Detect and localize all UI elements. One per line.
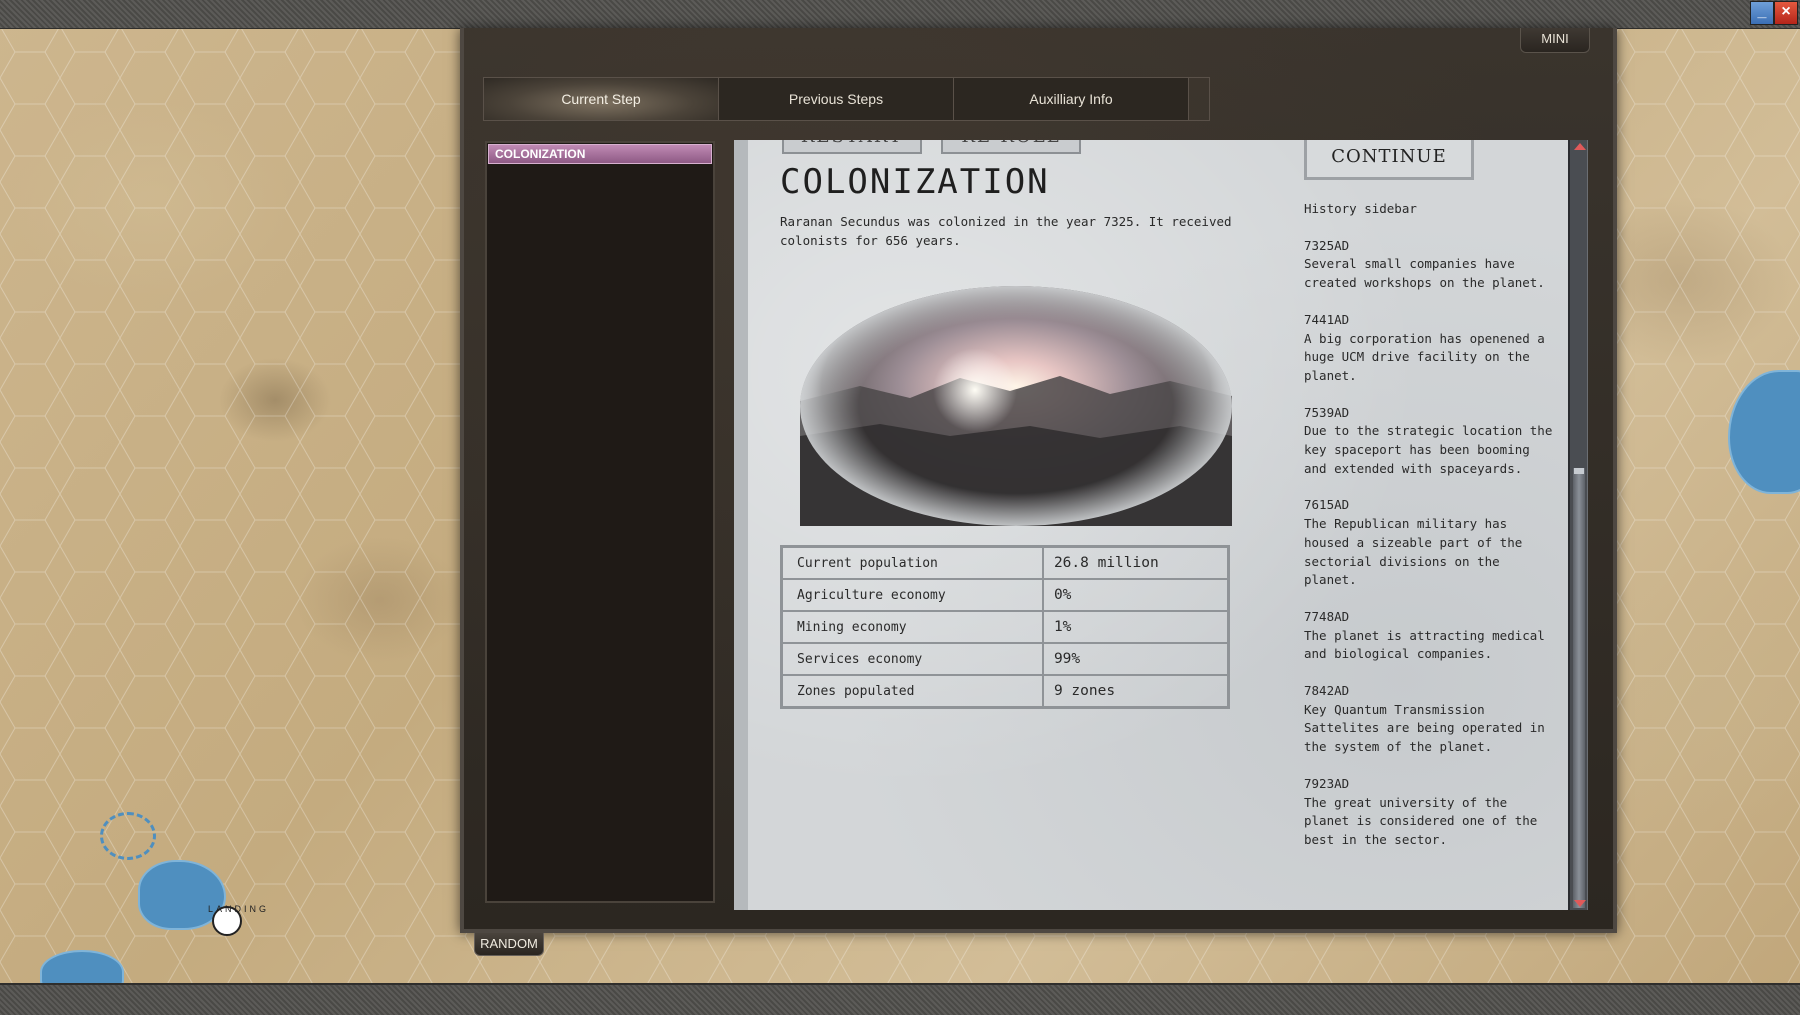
- random-button[interactable]: RANDOM: [474, 933, 544, 956]
- tab-bar-end: [1189, 77, 1210, 121]
- history-text: The Republican military has housed a siz…: [1304, 516, 1523, 588]
- minimize-icon[interactable]: _: [1750, 1, 1774, 25]
- history-entry: 7325AD Several small companies have creat…: [1304, 237, 1559, 293]
- history-entry: 7615AD The Republican military has housed…: [1304, 496, 1559, 590]
- tab-previous-steps[interactable]: Previous Steps: [719, 77, 954, 121]
- table-row: Services economy 99%: [780, 642, 1230, 676]
- scroll-up-icon[interactable]: [1574, 143, 1586, 150]
- stat-label: Current population: [780, 545, 1044, 580]
- tab-bar: Current Step Previous Steps Auxilliary I…: [483, 77, 1210, 121]
- stat-label: Services economy: [780, 642, 1044, 676]
- stat-value: 0%: [1041, 578, 1230, 612]
- history-year: 7748AD: [1304, 608, 1350, 624]
- title-bar: [0, 0, 1800, 29]
- history-year: 7325AD: [1304, 237, 1350, 253]
- bottom-bar: [0, 983, 1800, 1015]
- stat-value: 1%: [1041, 610, 1230, 644]
- history-text: The great university of the planet is co…: [1304, 794, 1538, 847]
- history-entry: 7748AD The planet is attracting medical a…: [1304, 608, 1559, 664]
- step-item-colonization[interactable]: COLONIZATION: [488, 144, 712, 164]
- stat-value: 99%: [1041, 642, 1230, 676]
- history-text: Several small companies have created wor…: [1304, 256, 1545, 291]
- mini-button[interactable]: MINI: [1520, 28, 1590, 53]
- stat-value: 9 zones: [1041, 674, 1230, 709]
- stat-label: Zones populated: [780, 674, 1044, 709]
- tab-auxilliary-info[interactable]: Auxilliary Info: [954, 77, 1189, 121]
- table-row: Mining economy 1%: [780, 610, 1230, 644]
- table-row: Zones populated 9 zones: [780, 674, 1230, 709]
- lake: [100, 812, 156, 860]
- history-entry: 7441AD A big corporation has openened a h…: [1304, 311, 1559, 386]
- stat-label: Mining economy: [780, 610, 1044, 644]
- history-year: 7842AD: [1304, 683, 1350, 699]
- history-entry: 7923AD The great university of the planet…: [1304, 775, 1559, 850]
- history-text: Key Quantum Transmission Sattelites are …: [1304, 701, 1545, 755]
- history-year: 7441AD: [1304, 311, 1350, 327]
- history-entry: 7539AD Due to the strategic location the …: [1304, 404, 1559, 479]
- table-row: Current population 26.8 million: [780, 545, 1230, 580]
- history-sidebar: History sidebar 7325AD Several small comp…: [1304, 200, 1559, 850]
- continue-button[interactable]: CONTINUE: [1304, 140, 1474, 180]
- planet-sunrise-image: [800, 286, 1232, 526]
- page-title: COLONIZATION: [780, 162, 1050, 202]
- history-text: The planet is attracting medical and bio…: [1304, 627, 1545, 662]
- stat-label: Agriculture economy: [780, 578, 1044, 612]
- sidebar-title: History sidebar: [1304, 201, 1417, 216]
- step-list[interactable]: COLONIZATION: [485, 141, 715, 903]
- intro-text: Raranan Secundus was colonized in the ye…: [780, 214, 1232, 248]
- history-text: A big corporation has openened a huge UC…: [1304, 330, 1545, 383]
- scroll-grip: [1574, 468, 1584, 474]
- close-icon[interactable]: ×: [1774, 1, 1798, 25]
- stat-value: 26.8 million: [1041, 545, 1230, 580]
- tab-current-step[interactable]: Current Step: [483, 77, 719, 121]
- scroll-down-icon[interactable]: [1574, 900, 1586, 907]
- history-year: 7539AD: [1304, 404, 1350, 420]
- landing-label: LANDING: [208, 904, 270, 914]
- history-entry: 7842AD Key Quantum Transmission Sattelite…: [1304, 682, 1559, 757]
- history-text: Due to the strategic location the key sp…: [1304, 423, 1553, 476]
- stats-table: Current population 26.8 million Agricultu…: [780, 545, 1230, 709]
- table-row: Agriculture economy 0%: [780, 578, 1230, 612]
- history-year: 7923AD: [1304, 775, 1350, 791]
- scrollbar[interactable]: [1568, 140, 1588, 910]
- scroll-thumb[interactable]: [1573, 468, 1585, 908]
- restart-button[interactable]: RESTART: [782, 140, 922, 154]
- history-year: 7615AD: [1304, 497, 1350, 513]
- document-page[interactable]: RESTART RE-ROLL CONTINUE COLONIZATION Ra…: [734, 140, 1568, 910]
- reroll-button[interactable]: RE-ROLL: [941, 140, 1081, 154]
